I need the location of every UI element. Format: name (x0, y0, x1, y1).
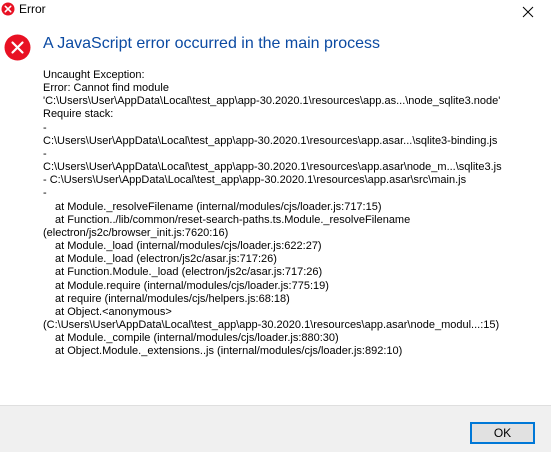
detail-line: C:\Users\User\AppData\Local\test_app\app… (43, 161, 502, 174)
detail-line: - (43, 121, 47, 134)
dialog-footer: OK (0, 405, 551, 452)
error-icon (1, 2, 15, 16)
window-title: Error (19, 2, 46, 16)
stack-frame: at Module._compile (internal/modules/cjs… (55, 332, 339, 345)
error-details: Uncaught Exception: Error: Cannot find m… (43, 69, 545, 358)
stack-frame-continuation: (C:\Users\User\AppData\Local\test_app\ap… (43, 318, 500, 331)
error-heading: A JavaScript error occurred in the main … (43, 35, 381, 52)
stack-frame: at Function../lib/common/reset-search-pa… (55, 213, 411, 226)
close-button[interactable] (505, 0, 551, 24)
stack-frame: at require (internal/modules/cjs/helpers… (55, 292, 290, 305)
detail-line: Error: Cannot find module (43, 82, 169, 95)
stack-frame-continuation: (electron/js2c/browser_init.js:7620:16) (43, 226, 229, 239)
stack-frame: at Function.Module._load (electron/js2c/… (55, 266, 323, 279)
stack-frame: at Module._load (electron/js2c/asar.js:7… (55, 253, 277, 266)
dialog-content: A JavaScript error occurred in the main … (0, 24, 551, 405)
detail-line: Uncaught Exception: (43, 69, 145, 81)
stack-frame: at Module._load (internal/modules/cjs/lo… (55, 240, 322, 253)
detail-line: C:\Users\User\AppData\Local\test_app\app… (43, 134, 498, 147)
detail-line: 'C:\Users\User\AppData\Local\test_app\ap… (43, 95, 501, 108)
detail-line: - (43, 187, 47, 200)
detail-line: - (43, 147, 47, 160)
stack-frame: at Object.<anonymous> (55, 305, 172, 318)
close-icon (522, 6, 534, 18)
detail-line: Require stack: (43, 108, 114, 121)
stack-frame: at Module.require (internal/modules/cjs/… (55, 279, 329, 292)
stack-frame: at Module._resolveFilename (internal/mod… (55, 200, 382, 213)
detail-line: - C:\Users\User\AppData\Local\test_app\a… (43, 174, 467, 187)
ok-button[interactable]: OK (470, 422, 535, 444)
title-bar: Error (0, 0, 551, 24)
stack-frame: at Object.Module._extensions..js (intern… (55, 345, 403, 358)
error-icon (4, 34, 31, 61)
